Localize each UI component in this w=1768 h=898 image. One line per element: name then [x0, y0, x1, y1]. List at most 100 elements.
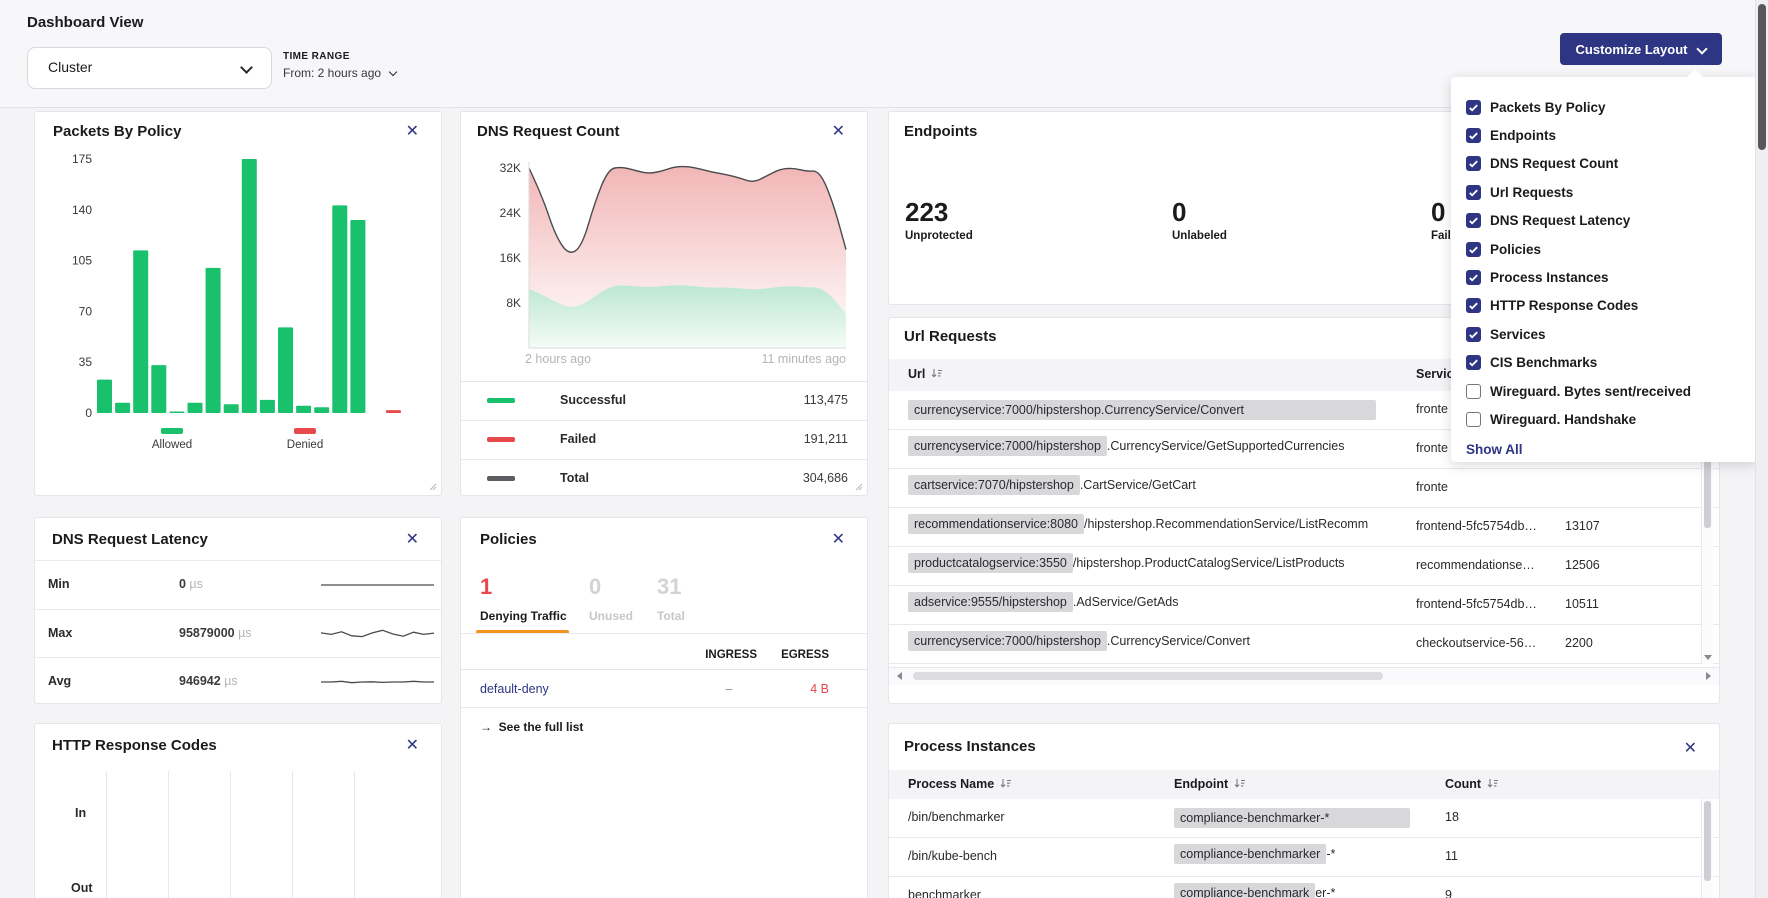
- gridline: [106, 771, 107, 898]
- close-icon[interactable]: ✕: [832, 531, 845, 547]
- customize-menu-item[interactable]: Endpoints: [1466, 121, 1757, 149]
- checkbox-checked-icon[interactable]: [1466, 185, 1481, 200]
- resize-handle[interactable]: [428, 482, 437, 491]
- stat-label: Unlabeled: [1172, 230, 1227, 242]
- policy-tab-label[interactable]: Denying Traffic: [480, 609, 567, 623]
- policy-tab-label[interactable]: Unused: [589, 609, 633, 623]
- time-range-control[interactable]: From: 2 hours ago: [283, 66, 396, 80]
- column-header-ingress[interactable]: INGRESS: [705, 649, 757, 661]
- row-divider: [461, 707, 867, 708]
- checkbox-checked-icon[interactable]: [1466, 327, 1481, 342]
- policy-tab-value[interactable]: 1: [480, 574, 492, 600]
- checkbox-checked-icon[interactable]: [1466, 100, 1481, 115]
- endpoint-highlight: compliance-benchmark: [1174, 883, 1315, 898]
- legend-swatch: [487, 398, 515, 403]
- customize-menu-item-label: CIS Benchmarks: [1490, 355, 1597, 370]
- customize-layout-button[interactable]: Customize Layout: [1560, 33, 1722, 65]
- url-table-row[interactable]: recommendationservice:8080/hipstershop.R…: [889, 508, 1719, 547]
- column-header-process-name[interactable]: Process Name: [908, 777, 1012, 792]
- page-scrollbar-thumb[interactable]: [1758, 4, 1766, 150]
- customize-menu-item[interactable]: Services: [1466, 320, 1757, 348]
- x-axis-end-label: 11 minutes ago: [761, 352, 846, 366]
- policy-name-link[interactable]: default-deny: [480, 682, 549, 696]
- customize-menu-item[interactable]: DNS Request Latency: [1466, 207, 1757, 235]
- policy-tab-value[interactable]: 31: [657, 574, 681, 600]
- customize-menu-item[interactable]: DNS Request Count: [1466, 150, 1757, 178]
- close-icon[interactable]: ✕: [406, 737, 419, 753]
- checkbox-unchecked-icon[interactable]: [1466, 384, 1481, 399]
- count-cell: 13107: [1565, 519, 1600, 533]
- customize-menu-item[interactable]: Wireguard. Bytes sent/received: [1466, 377, 1757, 405]
- horizontal-scroll-thumb[interactable]: [913, 672, 1383, 680]
- horizontal-scrollbar[interactable]: [889, 667, 1719, 685]
- endpoint-highlight: compliance-benchmarker-*: [1174, 808, 1410, 828]
- customize-menu-item[interactable]: CIS Benchmarks: [1466, 349, 1757, 377]
- legend-swatch: [487, 476, 515, 481]
- row-label-in: In: [75, 806, 86, 820]
- scroll-down-icon[interactable]: [1704, 655, 1712, 660]
- close-icon[interactable]: ✕: [406, 123, 419, 139]
- policy-tab-label[interactable]: Total: [657, 609, 685, 623]
- column-header-count[interactable]: Count: [1445, 777, 1499, 792]
- see-full-list-link[interactable]: → See the full list: [480, 720, 583, 734]
- checkbox-checked-icon[interactable]: [1466, 298, 1481, 313]
- show-all-link[interactable]: Show All: [1466, 442, 1757, 457]
- close-icon[interactable]: ✕: [1684, 740, 1697, 756]
- url-table-row[interactable]: currencyservice:7000/hipstershop.Currenc…: [889, 625, 1719, 664]
- policy-ingress-value: –: [701, 682, 757, 696]
- close-icon[interactable]: ✕: [832, 123, 845, 139]
- card-title: Url Requests: [904, 328, 997, 345]
- resize-handle[interactable]: [854, 482, 863, 491]
- scroll-left-icon[interactable]: [897, 672, 902, 680]
- checkbox-checked-icon[interactable]: [1466, 128, 1481, 143]
- url-table-row[interactable]: adservice:9555/hipstershop.AdService/Get…: [889, 586, 1719, 625]
- svg-text:35: 35: [79, 355, 93, 369]
- checkbox-checked-icon[interactable]: [1466, 242, 1481, 257]
- checkbox-checked-icon[interactable]: [1466, 355, 1481, 370]
- service-cell: frontend-5fc5754db…: [1416, 597, 1537, 611]
- customize-menu-item[interactable]: Policies: [1466, 235, 1757, 263]
- process-table-body: /bin/benchmarkercompliance-benchmarker-*…: [889, 799, 1719, 898]
- endpoint-cell: compliance-benchmarker-*: [1174, 886, 1335, 898]
- chevron-down-icon: [389, 68, 397, 76]
- latency-rows: Min0 µsMax95879000 µsAvg946942 µs: [35, 560, 441, 706]
- policy-tab-value[interactable]: 0: [589, 574, 601, 600]
- latency-unit: µs: [186, 577, 203, 591]
- customize-menu-item[interactable]: HTTP Response Codes: [1466, 292, 1757, 320]
- dns-legend: Successful113,475Failed191,211Total304,6…: [461, 381, 867, 498]
- gridline: [292, 771, 293, 898]
- scroll-right-icon[interactable]: [1706, 672, 1711, 680]
- column-header-url[interactable]: Url: [908, 367, 943, 382]
- checkbox-checked-icon[interactable]: [1466, 156, 1481, 171]
- count-cell: 10511: [1565, 597, 1599, 611]
- http-response-codes-card: HTTP Response Codes ✕ In Out: [34, 723, 442, 898]
- process-table-row[interactable]: /bin/kube-benchcompliance-benchmarker-*1…: [889, 838, 1719, 877]
- checkbox-checked-icon[interactable]: [1466, 213, 1481, 228]
- page-scrollbar[interactable]: [1755, 0, 1768, 898]
- service-cell: recommendationse…: [1416, 558, 1535, 572]
- url-table-row[interactable]: cartservice:7070/hipstershop.CartService…: [889, 469, 1719, 508]
- tabs-divider: [461, 633, 867, 634]
- url-table-row[interactable]: productcatalogservice:3550/hipstershop.P…: [889, 547, 1719, 586]
- customize-menu-item[interactable]: Wireguard. Handshake: [1466, 405, 1757, 433]
- svg-text:0: 0: [85, 406, 92, 420]
- vertical-scrollbar[interactable]: [1701, 799, 1713, 898]
- url-text: .AdService/GetAds: [1073, 595, 1179, 609]
- customize-menu-item[interactable]: Url Requests: [1466, 178, 1757, 206]
- column-header-egress[interactable]: EGRESS: [781, 649, 829, 661]
- customize-menu-item-label: Services: [1490, 327, 1546, 342]
- count-cell: 12506: [1565, 558, 1600, 572]
- view-selector[interactable]: Cluster: [27, 47, 272, 89]
- url-cell: cartservice:7070/hipstershop.CartService…: [908, 478, 1196, 492]
- checkbox-unchecked-icon[interactable]: [1466, 412, 1481, 427]
- column-header-endpoint[interactable]: Endpoint: [1174, 777, 1246, 792]
- customize-menu-item[interactable]: Process Instances: [1466, 263, 1757, 291]
- close-icon[interactable]: ✕: [406, 531, 419, 547]
- process-table-row[interactable]: benchmarkercompliance-benchmarker-*9: [889, 877, 1719, 898]
- customize-menu-item[interactable]: Packets By Policy: [1466, 93, 1757, 121]
- checkbox-checked-icon[interactable]: [1466, 270, 1481, 285]
- latency-value: 0 µs: [179, 577, 203, 591]
- process-instances-card: Process Instances ✕ Process Name Endpoin…: [888, 723, 1720, 898]
- process-table-row[interactable]: /bin/benchmarkercompliance-benchmarker-*…: [889, 799, 1719, 838]
- legend-value: 113,475: [804, 393, 848, 407]
